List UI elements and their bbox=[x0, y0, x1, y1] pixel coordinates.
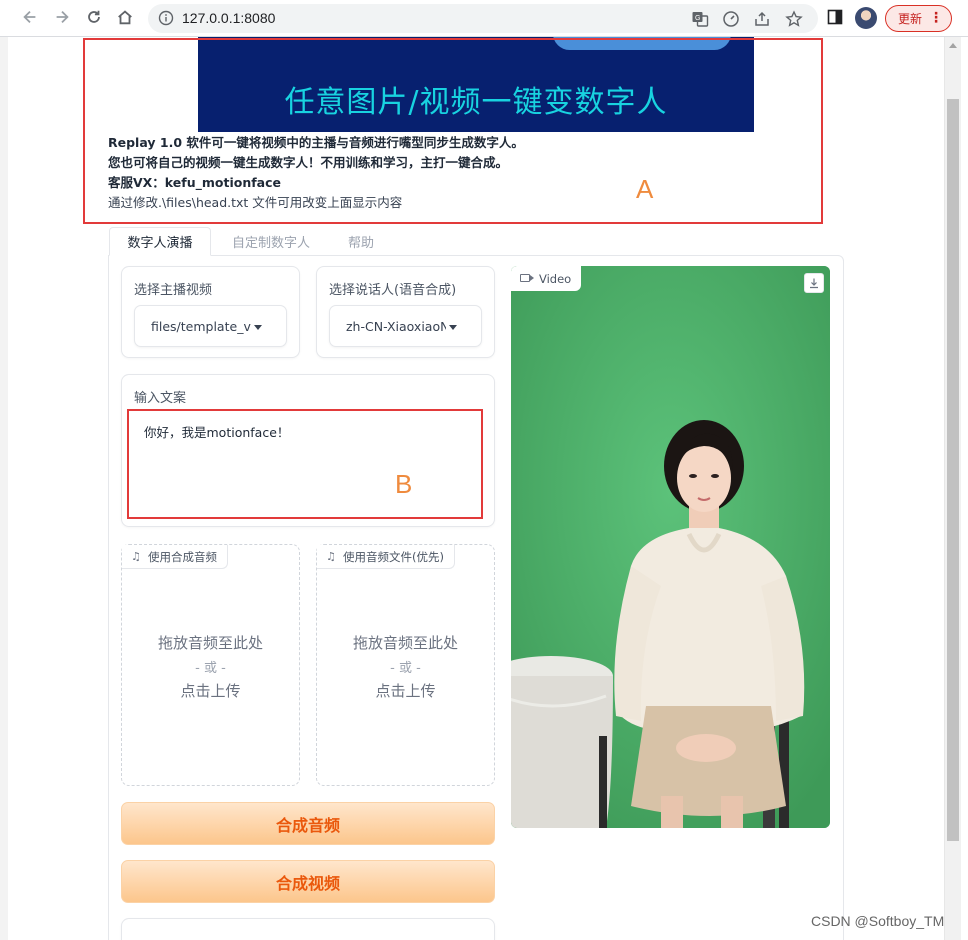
presenter-video-frame bbox=[511, 266, 830, 828]
bookmark-star-icon[interactable] bbox=[785, 10, 803, 28]
scroll-up-icon[interactable] bbox=[949, 43, 957, 48]
audio-file-upload[interactable]: ♫ 使用音频文件(优先) 拖放音频至此处 - 或 - 点击上传 bbox=[316, 544, 495, 786]
drop-hint: 拖放音频至此处 bbox=[352, 634, 458, 652]
annotation-label-a: A bbox=[636, 174, 654, 204]
address-bar[interactable]: 127.0.0.1:8080 G bbox=[148, 4, 818, 33]
speaker-select-value: zh-CN-XiaoxiaoN bbox=[346, 319, 446, 334]
click-upload-hint: 点击上传 bbox=[180, 682, 241, 700]
video-tag-label: Video bbox=[539, 271, 572, 286]
synth-audio-tag-label: 使用合成音频 bbox=[148, 549, 217, 564]
speedometer-icon[interactable] bbox=[722, 10, 740, 28]
annotation-box-b bbox=[127, 409, 483, 519]
profile-avatar[interactable] bbox=[855, 7, 877, 29]
synthesize-video-button[interactable]: 合成视频 bbox=[121, 860, 495, 903]
home-button[interactable] bbox=[112, 6, 138, 32]
download-button[interactable] bbox=[804, 273, 824, 293]
video-select-label: 选择主播视频 bbox=[134, 283, 213, 298]
tab-help[interactable]: 帮助 bbox=[334, 227, 388, 256]
drop-hint: 拖放音频至此处 bbox=[157, 634, 263, 652]
page-left-edge bbox=[0, 37, 8, 940]
side-panel-button[interactable] bbox=[822, 6, 848, 32]
audio-file-tag: ♫ 使用音频文件(优先) bbox=[317, 545, 455, 569]
video-select-value: files/template_v bbox=[151, 319, 251, 334]
caret-down-icon bbox=[449, 325, 457, 330]
text-input-label: 输入文案 bbox=[134, 391, 187, 406]
video-camera-icon bbox=[520, 274, 534, 282]
arrow-right-icon bbox=[53, 8, 71, 30]
url-text: 127.0.0.1:8080 bbox=[182, 10, 276, 26]
drop-or: - 或 - bbox=[195, 661, 226, 676]
svg-text:G: G bbox=[695, 15, 700, 22]
tab-custom-digital-human[interactable]: 自定制数字人 bbox=[216, 227, 326, 256]
synth-audio-upload[interactable]: ♫ 使用合成音频 拖放音频至此处 - 或 - 点击上传 bbox=[121, 544, 300, 786]
translate-icon[interactable]: G bbox=[691, 10, 709, 28]
update-label: 更新 bbox=[898, 12, 923, 26]
share-icon[interactable] bbox=[753, 10, 771, 28]
video-select-dropdown[interactable]: files/template_v bbox=[134, 305, 287, 347]
speaker-select-dropdown[interactable]: zh-CN-XiaoxiaoN bbox=[329, 305, 482, 347]
next-block-partial bbox=[121, 918, 495, 940]
home-icon bbox=[116, 8, 134, 30]
synthesize-audio-button[interactable]: 合成音频 bbox=[121, 802, 495, 845]
more-vertical-icon: ⋮ bbox=[929, 10, 943, 26]
video-tag: Video bbox=[511, 266, 582, 291]
annotation-label-b: B bbox=[395, 469, 413, 499]
reload-button[interactable] bbox=[81, 6, 107, 32]
audio-file-tag-label: 使用音频文件(优先) bbox=[343, 549, 444, 564]
video-preview[interactable]: Video bbox=[511, 266, 830, 828]
download-icon bbox=[808, 274, 820, 293]
arrow-left-icon bbox=[21, 8, 39, 30]
tab-digital-human-broadcast[interactable]: 数字人演播 bbox=[109, 227, 211, 256]
annotation-box-a bbox=[83, 38, 823, 224]
drop-or: - 或 - bbox=[390, 661, 421, 676]
reload-icon bbox=[85, 8, 103, 30]
scroll-thumb[interactable] bbox=[947, 99, 959, 841]
caret-down-icon bbox=[254, 325, 262, 330]
side-panel-icon bbox=[826, 8, 844, 30]
click-upload-hint: 点击上传 bbox=[375, 682, 436, 700]
synth-audio-tag: ♫ 使用合成音频 bbox=[122, 545, 228, 569]
forward-button[interactable] bbox=[49, 6, 75, 32]
update-button[interactable]: 更新 ⋮ bbox=[885, 5, 952, 32]
music-note-icon: ♫ bbox=[131, 550, 141, 563]
csdn-watermark: CSDN @Softboy_TM bbox=[811, 913, 945, 929]
speaker-select-block: 选择说话人(语音合成) zh-CN-XiaoxiaoN bbox=[316, 266, 495, 358]
video-select-block: 选择主播视频 files/template_v bbox=[121, 266, 300, 358]
vertical-scrollbar[interactable] bbox=[944, 37, 961, 940]
info-icon[interactable] bbox=[158, 10, 174, 26]
music-note-icon: ♫ bbox=[326, 550, 336, 563]
speaker-select-label: 选择说话人(语音合成) bbox=[329, 283, 457, 298]
browser-toolbar: 127.0.0.1:8080 G 更新 ⋮ bbox=[0, 0, 968, 37]
back-button[interactable] bbox=[17, 6, 43, 32]
